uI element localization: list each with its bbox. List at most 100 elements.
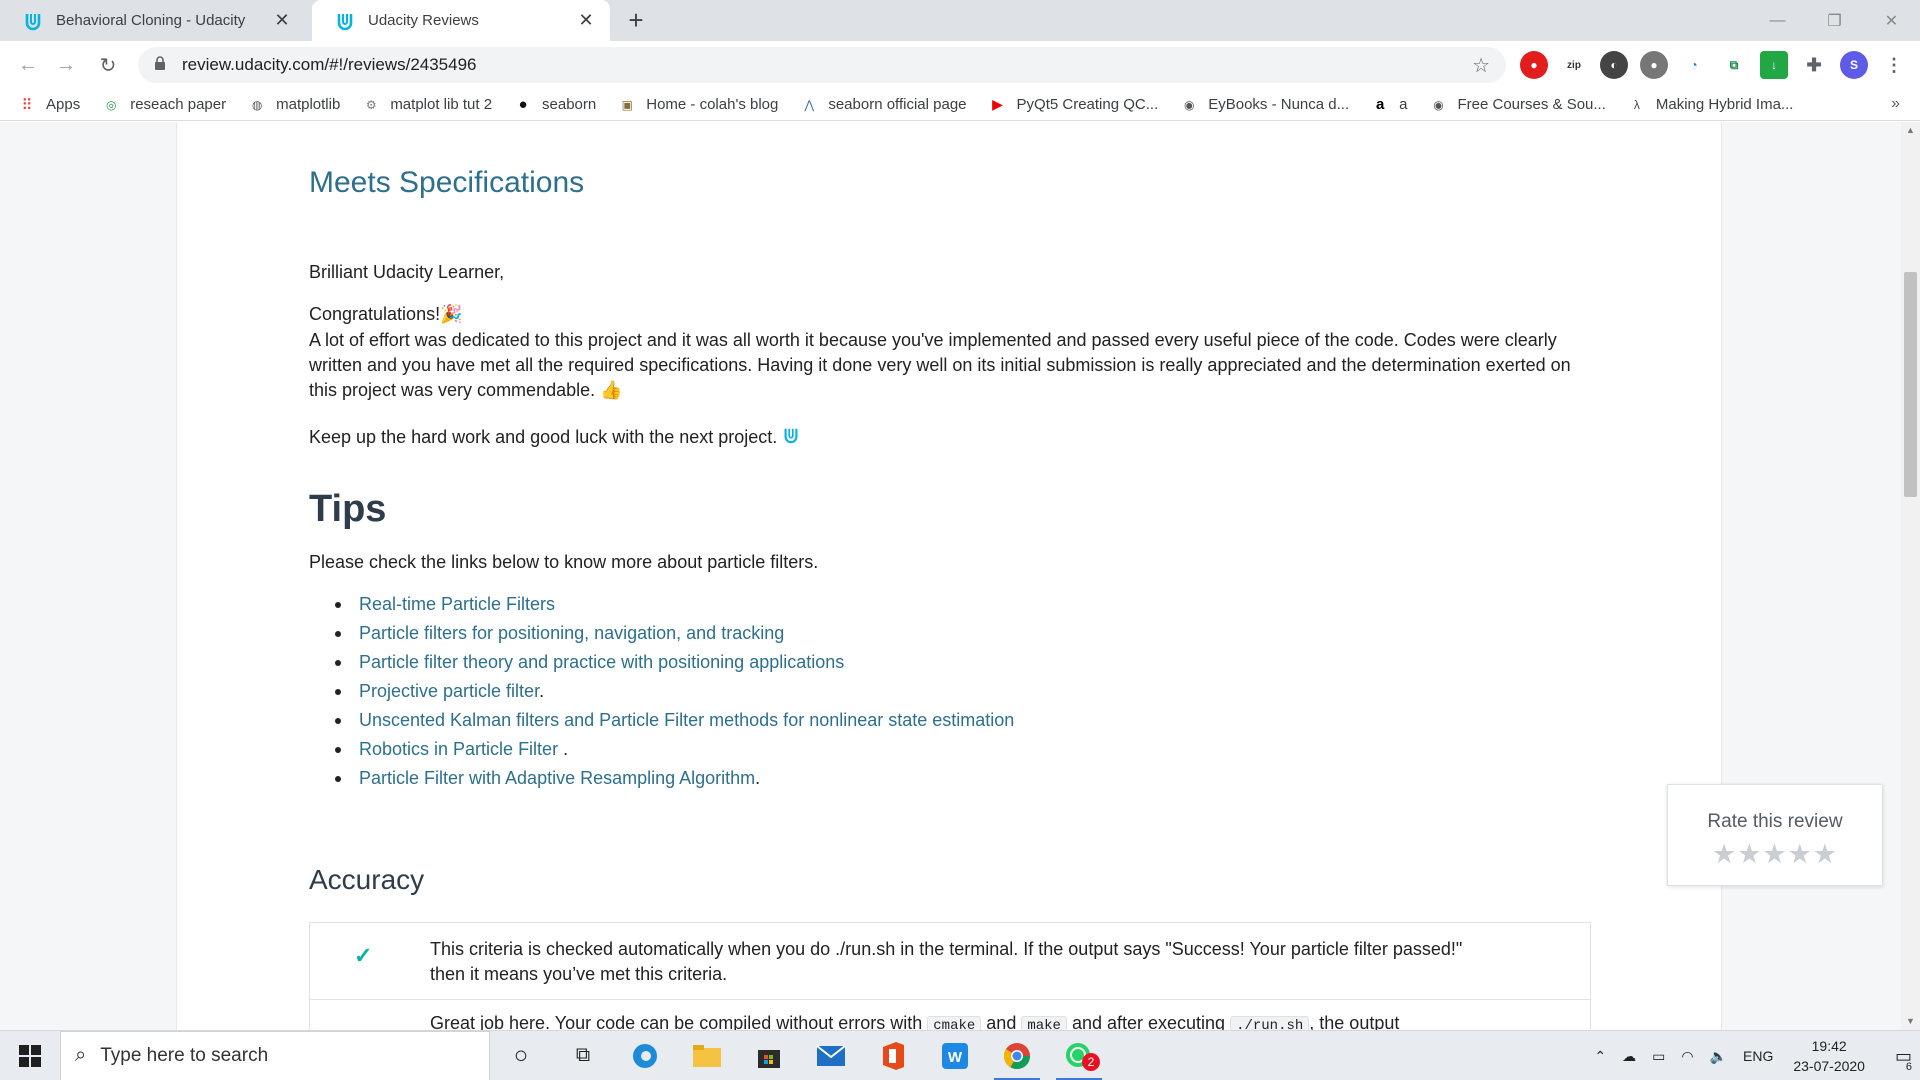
extension-icon[interactable]: ● — [1640, 51, 1668, 79]
globe-icon: ◉ — [1183, 97, 1195, 112]
review-closing: Keep up the hard work and good luck with… — [309, 425, 1591, 451]
page-title: Meets Specifications — [309, 166, 585, 199]
taskbar-search-input[interactable]: ⌕ Type here to search — [60, 1030, 490, 1080]
tips-heading: Tips — [309, 488, 387, 530]
forward-icon[interactable]: → — [48, 47, 84, 83]
chevron-up-icon[interactable]: ⌃ — [1594, 1048, 1606, 1065]
avatar[interactable]: S — [1840, 51, 1868, 79]
comment-text: and after executing — [1066, 1013, 1231, 1030]
download-extension-icon[interactable]: ↓ — [1760, 51, 1788, 79]
minimize-icon[interactable]: — — [1749, 0, 1806, 41]
battery-icon[interactable]: ▭ — [1652, 1048, 1665, 1065]
puzzle-icon[interactable]: ✚ — [1800, 51, 1828, 79]
bookmark-item[interactable]: ● seaborn — [514, 96, 597, 114]
scrollbar-thumb[interactable] — [1904, 272, 1917, 497]
address-bar[interactable]: review.udacity.com/#!/reviews/2435496 ☆ — [138, 47, 1506, 83]
more-bookmarks-icon[interactable]: » — [1891, 95, 1900, 113]
edge-browser-icon[interactable] — [614, 1031, 676, 1080]
bookmark-item[interactable]: λ Making Hybrid Ima... — [1628, 96, 1794, 114]
close-window-icon[interactable]: ✕ — [1863, 0, 1920, 41]
list-item: Particle Filter with Adaptive Resampling… — [335, 764, 1014, 793]
checkmark-icon: ✓ — [354, 943, 373, 968]
bookmark-item[interactable]: ◎ reseach paper — [102, 96, 226, 114]
resource-link[interactable]: Unscented Kalman filters and Particle Fi… — [359, 710, 1014, 730]
clock[interactable]: 19:42 23-07-2020 — [1793, 1036, 1865, 1076]
tab-udacity-reviews[interactable]: Udacity Reviews ✕ — [312, 0, 610, 41]
bookmark-item[interactable]: ▣ Home - colah's blog — [618, 96, 779, 114]
globe-icon: ◉ — [1433, 97, 1444, 112]
bookmark-label: seaborn official page — [828, 96, 967, 113]
notification-count: 6 — [1905, 1060, 1912, 1073]
lambda-icon: λ — [1633, 97, 1640, 112]
bookmark-label: Home - colah's blog — [646, 96, 779, 113]
notification-center-icon[interactable]: ▭ 6 — [1895, 1046, 1912, 1073]
table-row: Great job here. Your code can be compile… — [310, 1000, 1590, 1030]
office-icon[interactable] — [862, 1031, 924, 1080]
table-row: ✓ This criteria is checked automatically… — [310, 923, 1590, 1000]
rate-label: Rate this review — [1707, 811, 1843, 832]
resource-link[interactable]: Real-time Particle Filters — [359, 594, 555, 614]
volume-icon[interactable]: 🔈 — [1710, 1048, 1727, 1065]
extension-icon[interactable]: ◔ — [1680, 51, 1708, 79]
translate-extension-icon[interactable]: ⧉ — [1720, 51, 1748, 79]
mail-icon[interactable] — [800, 1031, 862, 1080]
accuracy-heading: Accuracy — [309, 864, 425, 895]
restore-icon[interactable]: ❐ — [1806, 0, 1863, 41]
adblock-extension-icon[interactable]: ● — [1520, 51, 1548, 79]
tab-title: Behavioral Cloning - Udacity — [56, 12, 246, 29]
scroll-up-icon[interactable]: ▲ — [1901, 122, 1920, 139]
extension-icon[interactable]: ◐ — [1600, 51, 1628, 79]
resource-link[interactable]: Robotics in Particle Filter — [359, 739, 563, 759]
bookmark-item[interactable]: ⋀ seaborn official page — [800, 96, 966, 114]
bookmark-item[interactable]: ◉ EyBooks - Nunca d... — [1180, 96, 1349, 114]
wifi-icon[interactable]: ◠ — [1681, 1048, 1693, 1065]
onedrive-icon[interactable]: ☁ — [1622, 1048, 1636, 1065]
file-explorer-icon[interactable] — [676, 1031, 738, 1080]
bookmark-label: seaborn — [542, 96, 597, 113]
scrollbar[interactable]: ▲ ▼ — [1901, 122, 1920, 1030]
resource-link[interactable]: Particle Filter with Adaptive Resampling… — [359, 768, 755, 788]
list-item: Real-time Particle Filters — [335, 590, 1014, 619]
bookmark-item[interactable]: ◍ matplotlib — [248, 96, 340, 114]
store-icon[interactable] — [738, 1031, 800, 1080]
bookmark-item[interactable]: aa — [1371, 96, 1408, 114]
reload-icon[interactable]: ↻ — [90, 47, 126, 83]
bookmark-label: reseach paper — [130, 96, 227, 113]
back-icon[interactable]: ← — [10, 47, 46, 83]
list-item: Unscented Kalman filters and Particle Fi… — [335, 706, 1014, 735]
research-icon: ◎ — [105, 97, 117, 112]
bookmark-item[interactable]: ◉ Free Courses & Sou... — [1429, 96, 1606, 114]
tab-behavioral-cloning[interactable]: Behavioral Cloning - Udacity ✕ — [0, 0, 306, 41]
language-indicator[interactable]: ENG — [1743, 1048, 1773, 1064]
writer-app-icon[interactable]: W — [924, 1031, 986, 1080]
resource-link[interactable]: Projective particle filter — [359, 681, 539, 701]
scroll-down-icon[interactable]: ▼ — [1901, 1013, 1920, 1030]
svg-text:W: W — [948, 1049, 963, 1066]
chrome-icon[interactable] — [986, 1031, 1048, 1080]
bookmark-label: EyBooks - Nunca d... — [1208, 96, 1350, 113]
cortana-icon[interactable]: ○ — [490, 1031, 552, 1080]
criteria-table: ✓ This criteria is checked automatically… — [309, 922, 1591, 1030]
bookmark-star-icon[interactable]: ☆ — [1472, 53, 1490, 78]
tab-strip: Behavioral Cloning - Udacity ✕ Udacity R… — [0, 0, 1920, 41]
menu-icon[interactable]: ⋮ — [1880, 51, 1908, 79]
comment-text: and — [981, 1013, 1022, 1030]
bookmark-apps[interactable]: ⠿ Apps — [18, 96, 81, 114]
review-card: Meets Specifications Brilliant Udacity L… — [176, 122, 1722, 1030]
bookmark-item[interactable]: ⚙ matplot lib tut 2 — [362, 96, 492, 114]
bookmark-label: a — [1399, 96, 1408, 113]
whatsapp-icon[interactable]: 2 — [1048, 1031, 1110, 1080]
windows-start-icon[interactable] — [0, 1031, 60, 1080]
bookmark-item[interactable]: ▶ PyQt5 Creating QC... — [989, 96, 1159, 114]
star-rating[interactable]: ★★★★★ — [1668, 839, 1882, 870]
gitzip-extension-icon[interactable]: zip — [1560, 51, 1588, 79]
resource-link[interactable]: Particle filter theory and practice with… — [359, 652, 844, 672]
task-view-icon[interactable]: ⧉ — [552, 1031, 614, 1080]
close-icon[interactable]: ✕ — [576, 10, 596, 31]
new-tab-button[interactable]: + — [622, 6, 650, 34]
criteria-comment: Great job here. Your code can be compile… — [430, 1013, 1530, 1030]
resource-link[interactable]: Particle filters for positioning, naviga… — [359, 623, 784, 643]
close-icon[interactable]: ✕ — [272, 10, 292, 31]
bookmark-label: PyQt5 Creating QC... — [1016, 96, 1159, 113]
review-paragraph: A lot of effort was dedicated to this pr… — [309, 330, 1571, 400]
